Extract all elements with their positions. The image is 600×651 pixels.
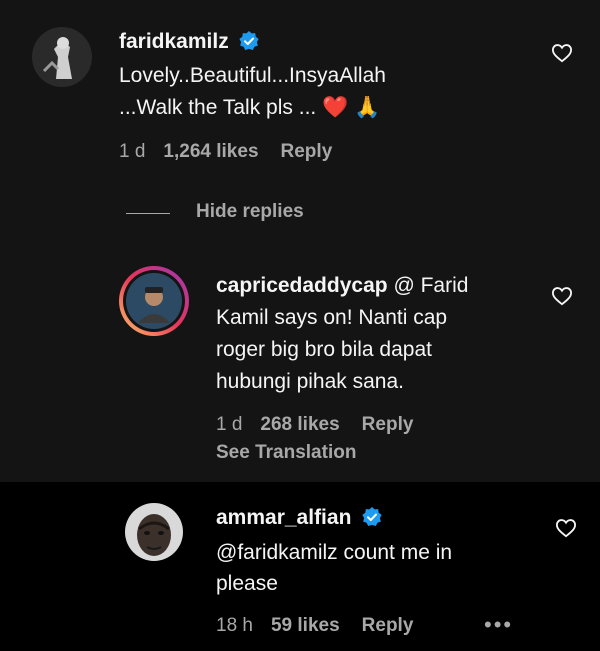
comment-reply-button[interactable]: Reply — [281, 141, 333, 162]
comment-text-line-1: Lovely..Beautiful...InsyaAllah — [119, 64, 386, 87]
comment-header: faridkamilz — [119, 30, 259, 54]
like-heart-icon[interactable] — [551, 43, 573, 63]
reply-meta: 1 d 268 likes Reply — [216, 414, 435, 436]
comment-time: 1 d — [119, 141, 146, 162]
verified-badge-icon — [239, 31, 259, 50]
hide-replies-button[interactable]: Hide replies — [196, 201, 304, 223]
reply2-time: 18 h — [216, 615, 253, 636]
username-faridkamilz[interactable]: faridkamilz — [119, 30, 229, 53]
reply2-text-line-1: @faridkamilz count me in — [216, 541, 453, 564]
reply2-meta: 18 h 59 likes Reply — [216, 615, 435, 637]
reply-text-line-3: hubungi pihak sana. — [216, 370, 404, 393]
reply-text-line-1: Kamil says on! Nanti cap — [216, 306, 448, 329]
avatar-faridkamilz[interactable] — [32, 27, 92, 87]
reply-mention[interactable]: @ Farid — [393, 274, 468, 297]
see-translation-link[interactable]: See Translation — [216, 442, 356, 464]
reply-likes[interactable]: 268 likes — [260, 414, 339, 435]
like-heart-icon[interactable] — [551, 286, 573, 306]
comment-likes[interactable]: 1,264 likes — [163, 141, 258, 162]
reply2-text-line-2: please — [216, 572, 278, 595]
hide-replies-divider — [126, 213, 170, 214]
verified-badge-icon — [362, 507, 382, 526]
username-ammar-alfian[interactable]: ammar_alfian — [216, 506, 351, 529]
avatar-capricedaddycap[interactable] — [118, 265, 190, 337]
comment-meta: 1 d 1,264 likes Reply — [119, 141, 354, 163]
reply-time: 1 d — [216, 414, 243, 435]
comment-text-line-2: ...Walk the Talk pls ... ❤️ 🙏 — [119, 96, 381, 119]
avatar-ammar-alfian[interactable] — [125, 503, 183, 561]
more-options-icon[interactable]: ••• — [484, 612, 513, 638]
reply-text-line-2: roger big bro bila dapat — [216, 338, 432, 361]
reply2-header: ammar_alfian — [216, 506, 382, 530]
reply2-reply-button[interactable]: Reply — [362, 615, 414, 636]
reply2-likes[interactable]: 59 likes — [271, 615, 340, 636]
like-heart-icon[interactable] — [555, 518, 577, 538]
reply-header: capricedaddycap @ Farid — [216, 270, 468, 302]
username-capricedaddycap[interactable]: capricedaddycap — [216, 274, 388, 297]
reply-reply-button[interactable]: Reply — [362, 414, 414, 435]
